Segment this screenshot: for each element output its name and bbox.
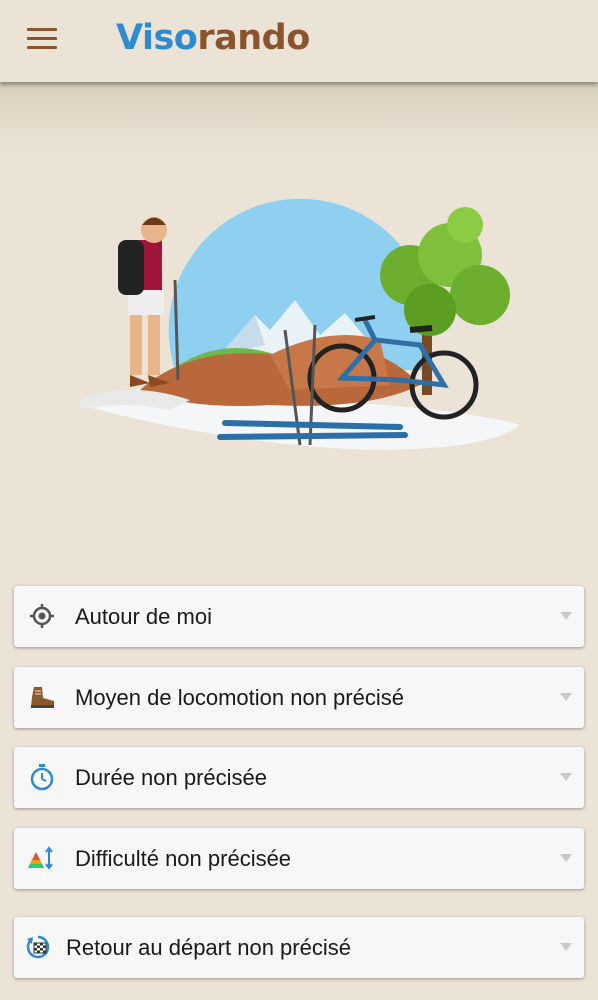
location-target-icon bbox=[30, 604, 54, 628]
dropdown-arrow-icon bbox=[560, 773, 572, 781]
filter-difficulty-label: Difficulté non précisée bbox=[75, 846, 292, 871]
dropdown-arrow-icon bbox=[560, 854, 572, 862]
loop-return-flag-icon bbox=[26, 935, 50, 959]
app-bar: Visorando bbox=[0, 0, 598, 82]
filter-duration[interactable]: Durée non précisée bbox=[14, 747, 584, 808]
logo-part-viso: Viso bbox=[116, 18, 198, 58]
stopwatch-icon bbox=[30, 764, 54, 791]
hamburger-menu-icon[interactable] bbox=[20, 22, 62, 58]
filter-location-label: Autour de moi bbox=[75, 604, 212, 629]
logo-part-rando: rando bbox=[197, 18, 310, 58]
filter-return-label: Retour au départ non précisé bbox=[66, 935, 351, 960]
filter-transport-label: Moyen de locomotion non précisé bbox=[75, 685, 404, 710]
filter-return[interactable]: Retour au départ non précisé bbox=[14, 917, 584, 978]
filter-location[interactable]: Autour de moi bbox=[14, 586, 584, 647]
dropdown-arrow-icon bbox=[560, 612, 572, 620]
filter-difficulty[interactable]: Difficulté non précisée bbox=[14, 828, 584, 889]
app-logo: Visorando bbox=[116, 18, 310, 58]
filter-transport[interactable]: Moyen de locomotion non précisé bbox=[14, 667, 584, 728]
header-shadow bbox=[0, 82, 598, 152]
hiking-boot-icon bbox=[31, 687, 54, 708]
dropdown-arrow-icon bbox=[560, 693, 572, 701]
hero-illustration bbox=[80, 198, 520, 450]
filter-duration-label: Durée non précisée bbox=[75, 765, 268, 790]
dropdown-arrow-icon bbox=[560, 943, 572, 951]
difficulty-mountain-icon bbox=[28, 846, 53, 870]
